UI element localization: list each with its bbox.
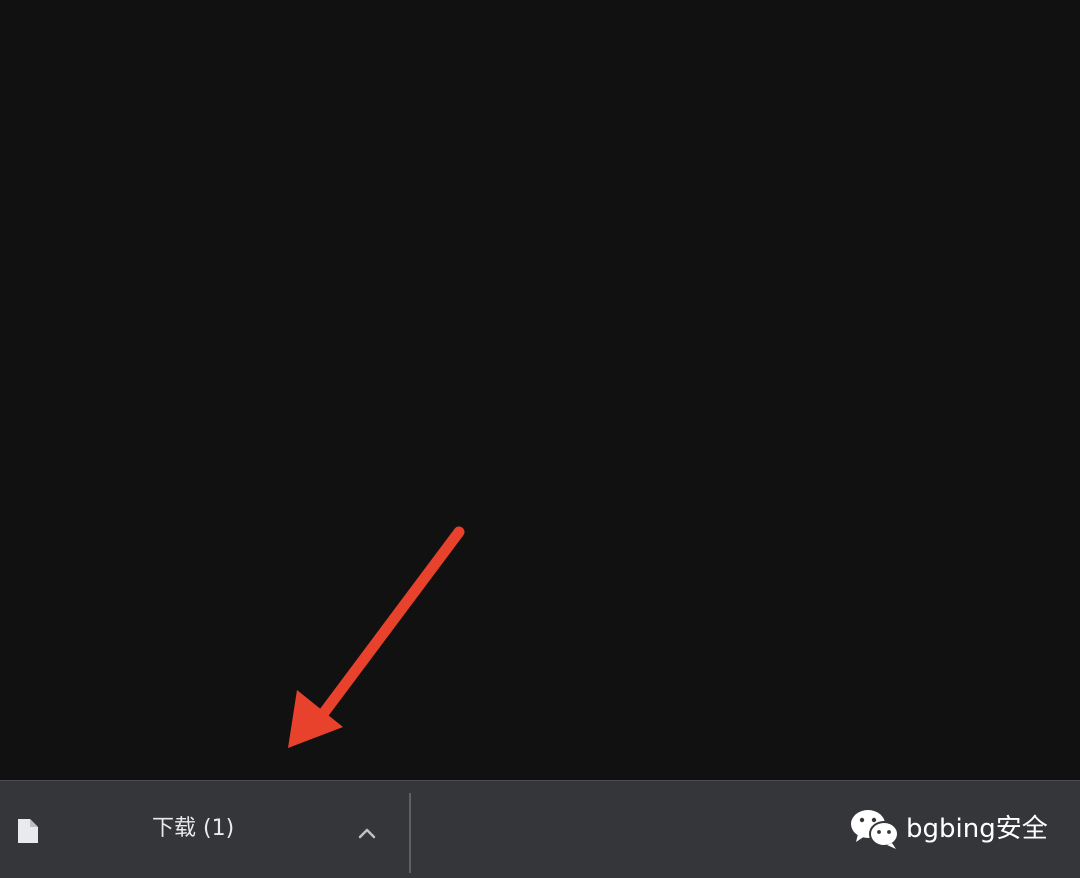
watermark-text: bgbing安全 [906,814,1048,844]
download-item-label: 下载 (1) [152,816,235,841]
shelf-divider [409,793,411,873]
wechat-icon [851,810,899,849]
download-shelf: 下载 (1) bgbing安全 [0,780,1080,878]
download-item[interactable]: 下载 (1) [0,781,408,878]
browser-viewport [0,0,1080,780]
chevron-up-icon[interactable] [352,819,382,847]
file-icon [18,819,38,843]
watermark: bgbing安全 [850,805,1048,853]
